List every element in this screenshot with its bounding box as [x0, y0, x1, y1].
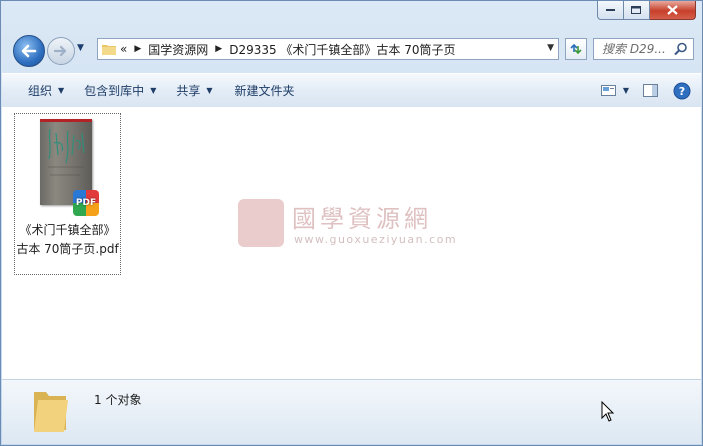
close-icon: [667, 5, 678, 15]
navigation-bar: ▼ « ▶ 国学资源网 ▶ D29335 《术门千镇全部》古本 70筒子页 ▼: [9, 33, 694, 67]
share-label: 共享: [176, 84, 201, 98]
arrow-right-icon: [54, 45, 67, 57]
arrow-left-icon: [21, 44, 37, 58]
explorer-window: ▼ « ▶ 国学资源网 ▶ D29335 《术门千镇全部》古本 70筒子页 ▼ …: [0, 0, 703, 446]
new-folder-button[interactable]: 新建文件夹: [225, 74, 307, 107]
share-menu[interactable]: 共享 ▼: [168, 74, 224, 107]
folder-icon: [34, 392, 68, 432]
calligraphy-scan: [48, 128, 85, 176]
search-input[interactable]: [600, 41, 678, 57]
item-count: 1 个对象: [94, 393, 142, 407]
window-controls: [597, 1, 696, 20]
breadcrumb-item[interactable]: 国学资源网: [148, 41, 208, 58]
forward-button[interactable]: [47, 37, 75, 65]
file-list-pane[interactable]: PDF 《术门千镇全部》古本 70筒子页.pdf 國學資源網 www.guoxu…: [2, 107, 701, 379]
chevron-down-icon: ▼: [58, 86, 65, 95]
back-button[interactable]: [13, 35, 45, 67]
help-icon[interactable]: ?: [673, 82, 691, 100]
details-pane: 1 个对象: [2, 379, 701, 444]
address-dropdown-icon[interactable]: ▼: [547, 43, 554, 53]
address-overflow[interactable]: «: [120, 42, 127, 56]
breadcrumb-separator[interactable]: ▶: [134, 44, 141, 54]
change-view-button[interactable]: ▼: [600, 84, 629, 97]
breadcrumb-item[interactable]: D29335 《术门千镇全部》古本 70筒子页: [229, 41, 455, 58]
include-in-library-label: 包含到库中: [84, 84, 145, 98]
watermark-url: www.guoxueziyuan.com: [294, 233, 458, 246]
view-controls: ▼ ?: [600, 74, 691, 107]
preview-pane-icon[interactable]: [643, 83, 659, 98]
pdf-badge-label: PDF: [75, 198, 97, 208]
close-button[interactable]: [650, 1, 696, 20]
watermark: 國學資源網 www.guoxueziyuan.com: [238, 195, 478, 255]
pdf-file-icon: PDF: [73, 190, 99, 216]
maximize-button[interactable]: [624, 1, 650, 20]
svg-text:?: ?: [679, 85, 685, 98]
file-name[interactable]: 《术门千镇全部》古本 70筒子页.pdf: [15, 221, 120, 259]
watermark-title: 國學資源網: [292, 205, 432, 233]
chevron-down-icon: ▼: [622, 86, 629, 95]
search-icon[interactable]: [674, 42, 688, 56]
refresh-icon: [570, 43, 582, 55]
new-folder-label: 新建文件夹: [234, 84, 295, 98]
recent-pages-dropdown[interactable]: ▼: [77, 43, 84, 53]
chevron-down-icon: ▼: [206, 86, 213, 95]
organize-menu[interactable]: 组织 ▼: [2, 74, 76, 107]
search-box[interactable]: [593, 38, 694, 60]
file-item[interactable]: PDF 《术门千镇全部》古本 70筒子页.pdf: [14, 113, 121, 275]
chevron-down-icon: ▼: [77, 43, 84, 53]
command-bar: 组织 ▼ 包含到库中 ▼ 共享 ▼ 新建文件夹 ▼ ?: [2, 73, 701, 108]
view-options-icon: [600, 84, 616, 96]
chevron-down-icon: ▼: [150, 86, 157, 95]
watermark-seal-logo: [238, 199, 284, 247]
folder-icon: [102, 45, 116, 55]
maximize-icon: [631, 5, 641, 14]
include-in-library-menu[interactable]: 包含到库中 ▼: [76, 74, 168, 107]
minimize-button[interactable]: [597, 1, 624, 20]
minimize-icon: [605, 9, 615, 11]
breadcrumb-separator[interactable]: ▶: [215, 44, 222, 54]
organize-label: 组织: [28, 84, 53, 98]
address-bar[interactable]: « ▶ 国学资源网 ▶ D29335 《术门千镇全部》古本 70筒子页 ▼: [97, 38, 559, 60]
thumbnail-top-edge: [40, 119, 92, 122]
refresh-button[interactable]: [565, 38, 587, 60]
mouse-cursor-icon: [601, 401, 615, 422]
